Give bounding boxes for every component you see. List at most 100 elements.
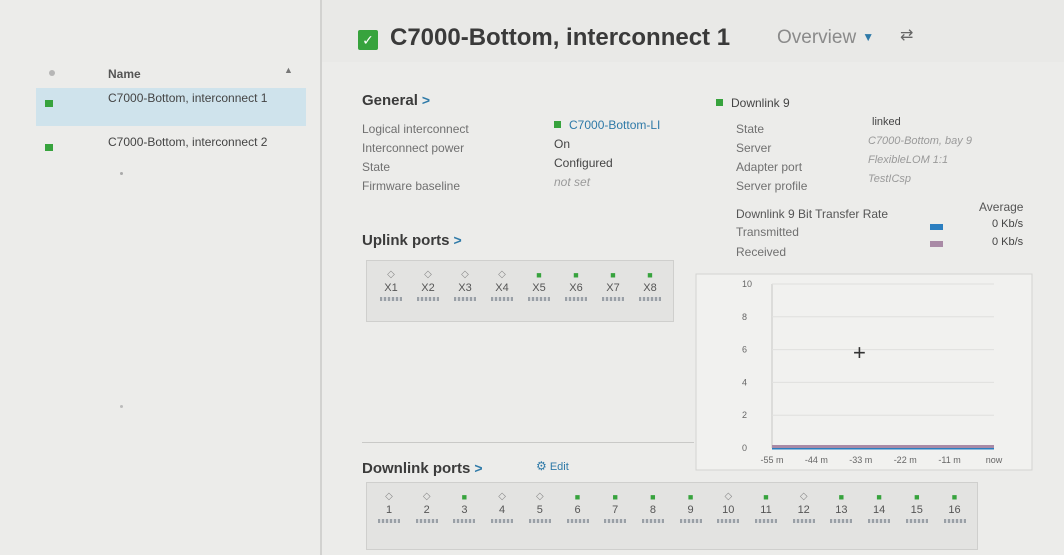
downlink-row-value: linked [872,116,901,128]
sort-ascending-icon[interactable]: ▲ [284,65,293,75]
port-linked[interactable]: ■ X8 [632,269,668,301]
general-row-value: not set [554,175,591,189]
status-ok-icon: ✓ [358,30,378,50]
uplink-ports-link[interactable]: Uplink ports > [362,232,462,249]
port-label: X7 [606,282,620,294]
port-label: X1 [384,282,398,294]
port-linked[interactable]: ■ 13 [823,491,859,523]
port-label: 1 [385,504,393,516]
y-tick-label: 10 [742,279,752,289]
port-linked[interactable]: ■ 14 [861,491,897,523]
port-label: 14 [872,504,886,516]
name-column-header[interactable]: Name [108,67,141,81]
port-label: 3 [461,504,468,516]
port-activity-bar [641,519,664,523]
x-tick-label: -44 m [805,455,828,465]
port-linked[interactable]: ■ 8 [635,491,671,523]
port-linked[interactable]: ■ X7 [595,269,631,301]
linked-port-icon: ■ [612,492,618,502]
port-activity-bar [415,519,438,523]
port-label: 6 [574,504,581,516]
port-unlinked[interactable]: ◇ 12 [786,491,822,523]
port-linked[interactable]: ■ 7 [597,491,633,523]
port-unlinked[interactable]: ◇ X4 [484,269,520,301]
x-tick-label: -55 m [760,455,783,465]
port-activity-bar [943,519,966,523]
port-unlinked[interactable]: ◇ X1 [373,269,409,301]
downlink-row-value: C7000-Bottom, bay 9 [868,135,972,147]
port-linked[interactable]: ■ 3 [446,491,482,523]
port-unlinked[interactable]: ◇ X2 [410,269,446,301]
unlinked-port-icon: ◇ [422,491,431,502]
downlink-row-value: FlexibleLOM 1:1 [868,154,949,166]
downlink-row-label: State [736,122,765,136]
status-ok-icon [45,100,53,107]
port-unlinked[interactable]: ◇ 1 [371,491,407,523]
port-activity-bar [491,297,513,301]
unlinked-port-icon: ◇ [387,269,395,280]
title-bar: ✓ C7000-Bottom, interconnect 1 Overview ▼… [322,0,1064,62]
list-item[interactable]: C7000-Bottom, interconnect 2 [36,132,306,170]
port-linked[interactable]: ■ 15 [899,491,935,523]
general-row-value: Configured [554,156,613,170]
interconnect-list-pane: Name ▲ C7000-Bottom, interconnect 1 C7000… [0,0,322,555]
port-label: X2 [421,282,435,294]
x-tick-label: -11 m [938,455,960,465]
linked-port-icon: ■ [610,270,616,280]
general-row-value: On [554,137,571,151]
port-label: X6 [569,282,583,294]
edit-downlinks-button[interactable]: ⚙ Edit [536,459,569,473]
port-activity-bar [679,519,702,523]
list-item[interactable]: C7000-Bottom, interconnect 1 [36,88,306,126]
crosshair-cursor-icon: + [853,340,866,365]
general-section-link[interactable]: General > [362,92,430,109]
linked-port-icon: ■ [876,492,882,502]
linked-port-icon: ■ [461,492,468,502]
main-content: 0 2 4 6 8 10 -55 m -44 m -33 m -22 m -11 m now Gene… [322,62,1064,555]
status-ok-icon [45,144,53,151]
downlink-row-label: Server profile [736,179,808,193]
section-divider [362,442,694,443]
port-activity-bar [417,297,439,301]
list-item-label: C7000-Bottom, interconnect 2 [108,135,268,149]
linked-port-icon: ■ [650,492,656,502]
gear-icon: ⚙ [536,459,547,473]
port-linked[interactable]: ■ 11 [748,491,784,523]
unlinked-port-icon: ◇ [724,491,733,502]
port-linked[interactable]: ■ 16 [937,491,973,523]
x-tick-label: -22 m [894,455,917,465]
uplink-ports-panel: ◇ X1 ◇ X2 ◇ X3 ◇ X4 ■ X5 ■ X6 ■ X7 ■ X8 [366,260,674,322]
port-unlinked[interactable]: ◇ 4 [484,491,520,523]
uplink-ports-title: Uplink ports [362,232,450,249]
port-linked[interactable]: ■ X5 [521,269,557,301]
linked-status-icon [554,121,561,128]
port-activity-bar [380,297,402,301]
port-activity-bar [491,519,514,523]
y-tick-label: 6 [742,345,747,355]
port-label: 13 [835,504,848,516]
port-linked[interactable]: ■ 9 [673,491,709,523]
port-unlinked[interactable]: ◇ 2 [409,491,445,523]
view-menu-dropdown[interactable]: Overview ▼ [777,27,874,49]
downlink-ports-link[interactable]: Downlink ports > [362,460,483,477]
port-label: X8 [643,282,657,294]
port-unlinked[interactable]: ◇ X3 [447,269,483,301]
y-tick-label: 8 [742,312,747,322]
port-activity-bar [755,519,777,523]
unlinked-port-icon: ◇ [498,491,506,502]
port-linked[interactable]: ■ X6 [558,269,594,301]
port-linked[interactable]: ■ 6 [560,491,596,523]
general-row-label: Interconnect power [362,141,465,155]
port-unlinked[interactable]: ◇ 10 [710,491,746,523]
port-label: 16 [948,504,961,516]
port-activity-bar [639,297,661,301]
filter-icon[interactable]: ⇄ [900,25,913,45]
list-item-label: C7000-Bottom, interconnect 1 [108,91,268,105]
general-row-value[interactable]: C7000-Bottom-LI [554,118,660,132]
unlinked-port-icon: ◇ [385,491,393,502]
port-activity-bar [565,297,587,301]
port-unlinked[interactable]: ◇ 5 [522,491,558,523]
general-row-label: State [362,160,391,174]
linked-port-icon: ■ [914,492,920,502]
logical-interconnect-link[interactable]: C7000-Bottom-LI [569,118,660,132]
